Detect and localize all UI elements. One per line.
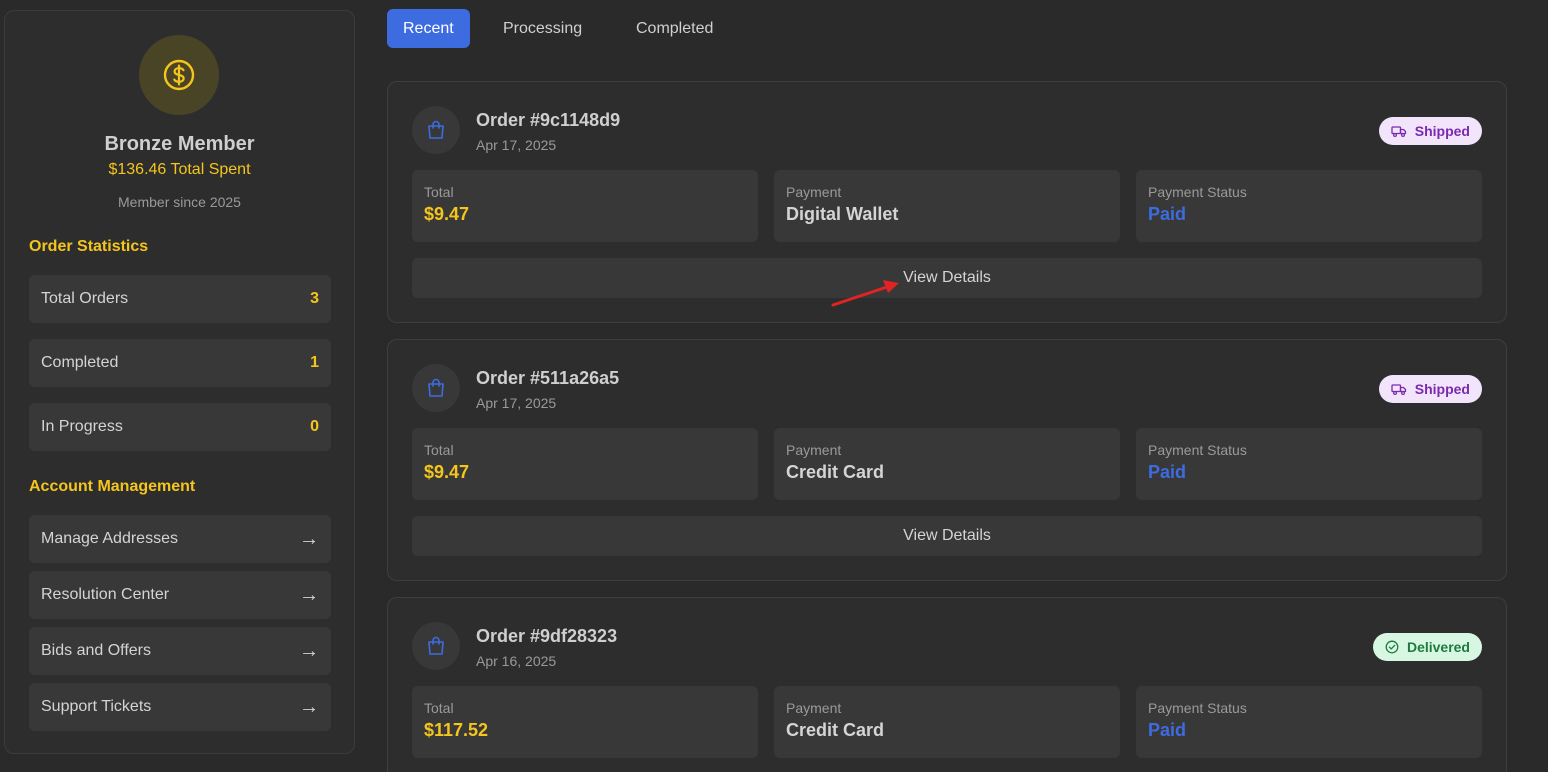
order-card: Order #9df28323 Apr 16, 2025 Delivered T… — [387, 597, 1507, 772]
payment-status-box: Payment Status Paid — [1136, 170, 1482, 242]
member-since: Member since 2025 — [118, 194, 241, 210]
payment-label: Payment — [786, 442, 842, 458]
check-circle-icon — [1385, 640, 1399, 654]
payment-status-value: Paid — [1148, 204, 1187, 224]
total-value: $117.52 — [424, 720, 489, 740]
menu-bids-and-offers[interactable]: Bids and Offers → — [29, 627, 331, 675]
order-card: Order #511a26a5 Apr 17, 2025 Shipped Tot… — [387, 339, 1507, 581]
menu-resolution-center[interactable]: Resolution Center → — [29, 571, 331, 619]
stat-completed: Completed 1 — [29, 339, 331, 387]
arrow-right-icon: → — [299, 583, 319, 606]
shopping-bag-icon — [412, 364, 460, 412]
menu-manage-addresses[interactable]: Manage Addresses → — [29, 515, 331, 563]
payment-status-label: Payment Status — [1148, 184, 1247, 200]
order-id: Order #511a26a5 — [476, 368, 620, 388]
member-tier-title: Bronze Member — [104, 133, 255, 155]
payment-status-value: Paid — [1148, 720, 1187, 740]
sidebar: Bronze Member $136.46 Total Spent Member… — [4, 10, 355, 754]
total-box: Total $9.47 — [412, 170, 758, 242]
order-id: Order #9c1148d9 — [476, 110, 621, 130]
order-date: Apr 17, 2025 — [476, 137, 557, 153]
total-spent: $136.46 Total Spent — [108, 161, 251, 178]
truck-icon — [1391, 126, 1406, 138]
order-card: Order #9c1148d9 Apr 17, 2025 Shipped Tot… — [387, 81, 1507, 323]
order-id: Order #9df28323 — [476, 626, 618, 646]
order-statistics-heading: Order Statistics — [29, 238, 149, 255]
view-details-button[interactable]: View Details — [412, 258, 1482, 298]
payment-box: Payment Credit Card — [774, 428, 1120, 500]
tab-completed[interactable]: Completed — [620, 9, 729, 48]
stat-in-progress: In Progress 0 — [29, 403, 331, 451]
status-badge: Delivered — [1372, 633, 1482, 661]
stat-total-orders: Total Orders 3 — [29, 275, 331, 323]
payment-status-box: Payment Status Paid — [1136, 686, 1482, 758]
menu-label: Bids and Offers — [41, 642, 151, 659]
total-label: Total — [424, 700, 454, 716]
tab-recent[interactable]: Recent — [387, 9, 470, 48]
status-text: Shipped — [1414, 381, 1470, 397]
menu-label: Resolution Center — [41, 586, 170, 603]
total-box: Total $117.52 — [412, 686, 758, 758]
dollar-coin-icon — [139, 35, 219, 115]
tab-processing[interactable]: Processing — [487, 9, 598, 48]
payment-value: Credit Card — [786, 462, 885, 482]
annotation-arrow-icon — [831, 280, 899, 307]
menu-label: Support Tickets — [41, 698, 152, 715]
stat-value: 3 — [310, 290, 319, 307]
shopping-bag-icon — [412, 106, 460, 154]
view-details-button[interactable]: View Details — [412, 516, 1482, 556]
payment-status-label: Payment Status — [1148, 700, 1247, 716]
payment-box: Payment Digital Wallet — [774, 170, 1120, 242]
menu-support-tickets[interactable]: Support Tickets → — [29, 683, 331, 731]
order-date: Apr 17, 2025 — [476, 395, 557, 411]
status-badge: Shipped — [1378, 375, 1482, 403]
account-management-heading: Account Management — [29, 478, 196, 495]
truck-icon — [1391, 384, 1406, 396]
total-value: $9.47 — [424, 462, 470, 482]
menu-label: Manage Addresses — [41, 530, 178, 547]
stat-label: In Progress — [41, 418, 123, 435]
payment-label: Payment — [786, 184, 842, 200]
stat-value: 1 — [310, 354, 319, 371]
arrow-right-icon: → — [299, 527, 319, 550]
total-value: $9.47 — [424, 204, 470, 224]
total-label: Total — [424, 442, 454, 458]
payment-status-box: Payment Status Paid — [1136, 428, 1482, 500]
order-date: Apr 16, 2025 — [476, 653, 557, 669]
arrow-right-icon: → — [299, 695, 319, 718]
payment-label: Payment — [786, 700, 842, 716]
payment-status-value: Paid — [1148, 462, 1187, 482]
shopping-bag-icon — [412, 622, 460, 670]
payment-value: Digital Wallet — [786, 204, 899, 224]
total-box: Total $9.47 — [412, 428, 758, 500]
payment-status-label: Payment Status — [1148, 442, 1247, 458]
stat-label: Total Orders — [41, 290, 129, 307]
arrow-right-icon: → — [299, 639, 319, 662]
status-badge: Shipped — [1378, 117, 1482, 145]
payment-value: Credit Card — [786, 720, 885, 740]
payment-box: Payment Credit Card — [774, 686, 1120, 758]
status-text: Shipped — [1414, 123, 1470, 139]
total-label: Total — [424, 184, 454, 200]
stat-label: Completed — [41, 354, 119, 371]
status-text: Delivered — [1406, 639, 1470, 655]
stat-value: 0 — [310, 418, 319, 435]
